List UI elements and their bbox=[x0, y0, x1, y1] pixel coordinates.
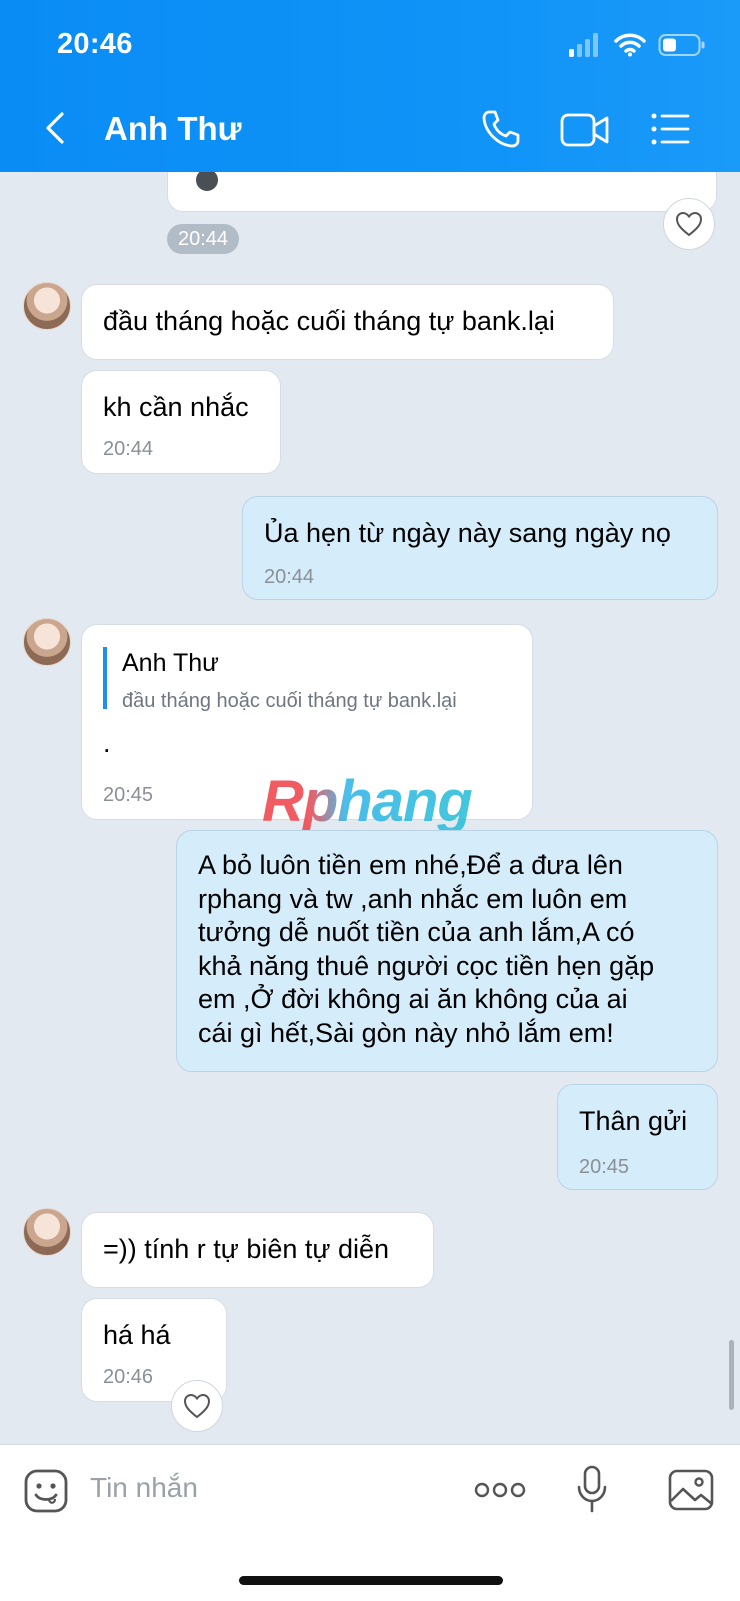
scrollbar[interactable] bbox=[729, 1340, 734, 1410]
quoted-text: đầu tháng hoặc cuối tháng tự bank.lại bbox=[122, 690, 457, 712]
quote-bar bbox=[103, 647, 107, 709]
message-text: Thân gửi bbox=[579, 1106, 688, 1136]
quoted-sender: Anh Thư bbox=[122, 649, 219, 677]
chat-area[interactable]: 20:44 đầu tháng hoặc cuối tháng tự bank.… bbox=[0, 172, 740, 1444]
message-line: khả năng thuê người cọc tiền hẹn gặp bbox=[198, 950, 655, 981]
heart-icon bbox=[675, 211, 703, 237]
heart-icon bbox=[183, 1393, 211, 1419]
message-text: Ủa hẹn từ ngày này sang ngày nọ bbox=[264, 518, 671, 548]
watermark-logo: Rphang bbox=[262, 769, 473, 834]
react-heart-button[interactable] bbox=[663, 198, 715, 250]
more-options-icon[interactable] bbox=[474, 1480, 526, 1500]
message-bubble-incoming[interactable]: đầu tháng hoặc cuối tháng tự bank.lại bbox=[81, 284, 614, 360]
status-icons bbox=[568, 32, 706, 58]
message-line: cái gì hết,Sài gòn này nhỏ lắm em! bbox=[198, 1017, 614, 1048]
microphone-icon[interactable] bbox=[576, 1465, 608, 1513]
avatar[interactable] bbox=[23, 618, 71, 666]
message-bubble-partial[interactable] bbox=[167, 172, 717, 212]
menu-list-icon[interactable] bbox=[650, 112, 690, 146]
status-time: 20:46 bbox=[57, 28, 133, 60]
message-bubble-incoming[interactable]: kh cần nhắc 20:44 bbox=[81, 370, 281, 474]
message-bubble-outgoing[interactable]: A bỏ luôn tiền em nhé,Để a đưa lên rphan… bbox=[176, 830, 718, 1072]
message-text: A bỏ luôn tiền em nhé,Để a đưa lên rphan… bbox=[198, 849, 654, 1050]
message-line: rphang và tw ,anh nhắc em luôn em bbox=[198, 883, 628, 914]
back-icon[interactable] bbox=[36, 108, 76, 148]
battery-icon bbox=[658, 34, 705, 56]
home-indicator[interactable] bbox=[239, 1576, 503, 1585]
attachment-thumb bbox=[196, 172, 218, 191]
video-call-icon[interactable] bbox=[560, 112, 610, 148]
message-time: 20:45 bbox=[579, 1156, 630, 1178]
phone-call-icon[interactable] bbox=[480, 108, 522, 150]
message-input[interactable]: Tin nhắn bbox=[90, 1472, 198, 1504]
wifi-icon bbox=[614, 33, 646, 57]
react-heart-button[interactable] bbox=[171, 1380, 223, 1432]
message-text: kh cần nhắc bbox=[103, 392, 249, 422]
signal-icon bbox=[569, 33, 598, 57]
message-bubble-outgoing[interactable]: Ủa hẹn từ ngày này sang ngày nọ 20:44 bbox=[242, 496, 718, 600]
image-gallery-icon[interactable] bbox=[668, 1469, 714, 1511]
message-bubble-incoming[interactable]: =)) tính r tự biên tự diễn bbox=[81, 1212, 434, 1288]
message-time: 20:44 bbox=[103, 438, 154, 460]
time-divider: 20:44 bbox=[167, 224, 239, 254]
message-text: há há bbox=[103, 1320, 171, 1350]
message-text: đầu tháng hoặc cuối tháng tự bank.lại bbox=[103, 306, 555, 336]
avatar[interactable] bbox=[23, 1208, 71, 1256]
message-text: =)) tính r tự biên tự diễn bbox=[103, 1234, 390, 1264]
avatar[interactable] bbox=[23, 282, 71, 330]
sticker-emoji-icon[interactable] bbox=[24, 1469, 68, 1513]
message-time: 20:46 bbox=[103, 1366, 154, 1388]
contact-name[interactable]: Anh Thư bbox=[104, 110, 242, 148]
message-time: 20:44 bbox=[264, 566, 315, 588]
message-input-bar: Tin nhắn bbox=[0, 1444, 740, 1601]
message-bubble-outgoing[interactable]: Thân gửi 20:45 bbox=[557, 1084, 718, 1190]
message-time: 20:45 bbox=[103, 784, 154, 806]
message-text: . bbox=[103, 728, 111, 758]
chat-header: 20:46 Anh Thư bbox=[0, 0, 740, 172]
message-line: A bỏ luôn tiền em nhé,Để a đưa lên bbox=[198, 850, 623, 880]
message-line: tưởng dễ nuốt tiền của anh lắm,A có bbox=[198, 917, 635, 947]
message-line: em ,Ở đời không ai ăn không của ai bbox=[198, 984, 628, 1014]
